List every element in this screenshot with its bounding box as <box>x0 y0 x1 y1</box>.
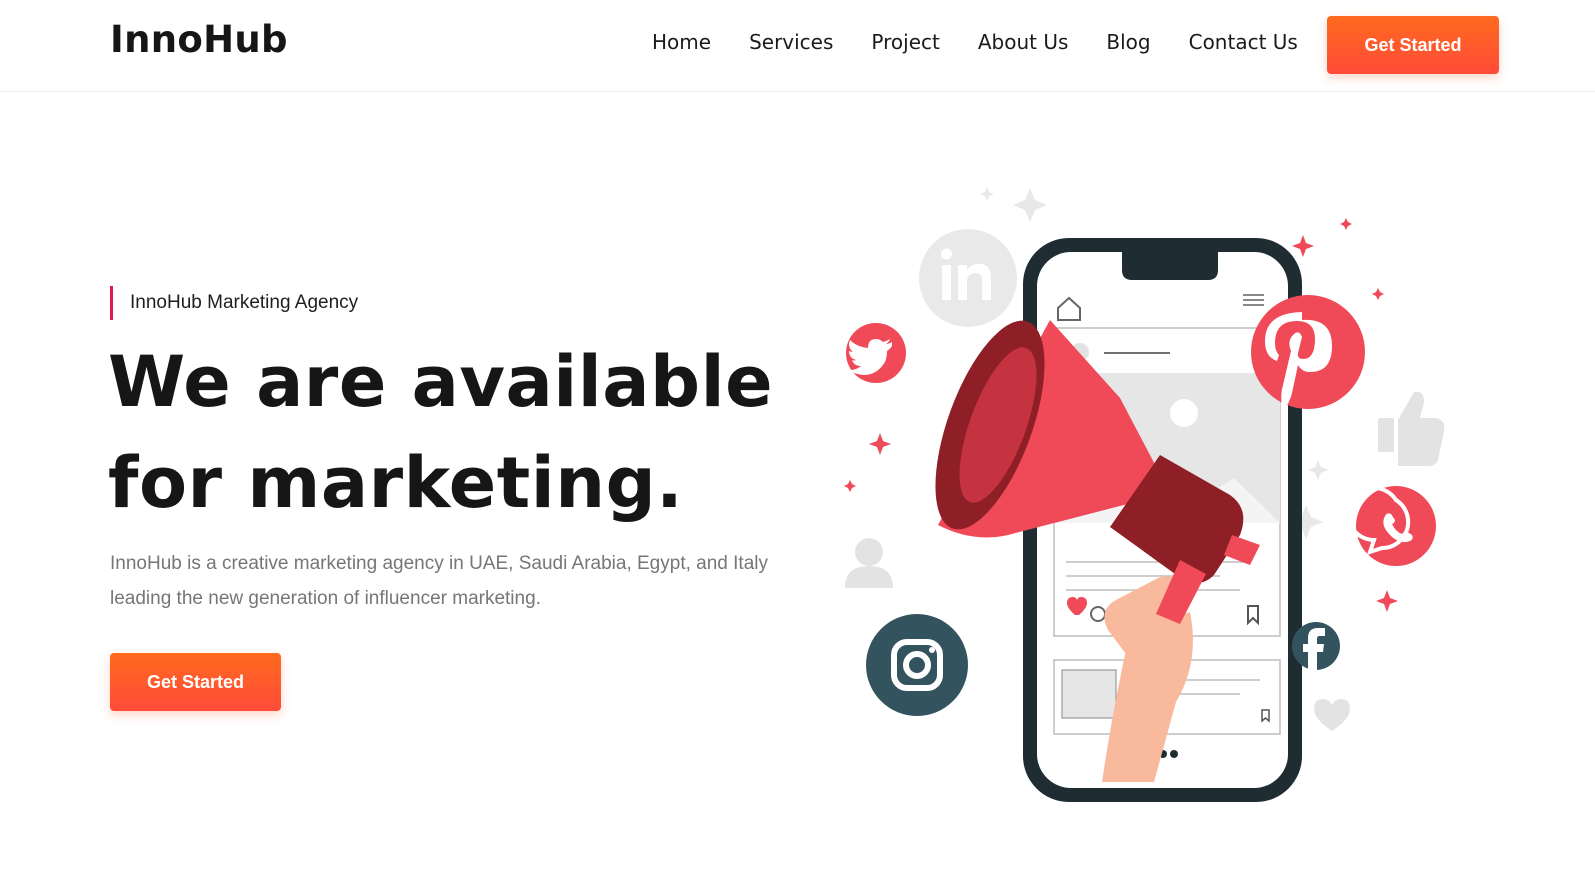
linkedin-icon <box>919 229 1017 327</box>
navbar: InnoHub Home Services Project About Us B… <box>0 0 1595 92</box>
heart-icon <box>1314 699 1350 731</box>
nav-item-home[interactable]: Home <box>652 30 711 54</box>
twitter-icon <box>846 323 906 383</box>
user-icon <box>845 538 893 588</box>
nav-item-about-us[interactable]: About Us <box>978 30 1069 54</box>
hero-headline-line-2: for marketing. <box>108 442 684 524</box>
main-nav: Home Services Project About Us Blog Cont… <box>652 30 1336 54</box>
instagram-icon <box>866 614 968 716</box>
thumbs-up-icon <box>1378 391 1445 466</box>
hero-eyebrow: InnoHub Marketing Agency <box>110 286 358 320</box>
nav-item-blog[interactable]: Blog <box>1106 30 1150 54</box>
hero-headline-line-1: We are available <box>108 341 774 423</box>
hero-get-started-button[interactable]: Get Started <box>110 653 281 711</box>
nav-item-project[interactable]: Project <box>871 30 939 54</box>
nav-item-services[interactable]: Services <box>749 30 833 54</box>
facebook-icon <box>1292 622 1340 670</box>
pinterest-icon <box>1251 295 1365 409</box>
nav-item-contact-us[interactable]: Contact Us <box>1189 30 1298 54</box>
hero-headline: We are available for marketing. <box>108 332 808 534</box>
nav-get-started-button[interactable]: Get Started <box>1327 16 1499 74</box>
whatsapp-icon <box>1346 486 1436 566</box>
brand-logo[interactable]: InnoHub <box>110 18 288 61</box>
marketing-illustration <box>844 187 1445 802</box>
hero-description: InnoHub is a creative marketing agency i… <box>110 553 768 609</box>
